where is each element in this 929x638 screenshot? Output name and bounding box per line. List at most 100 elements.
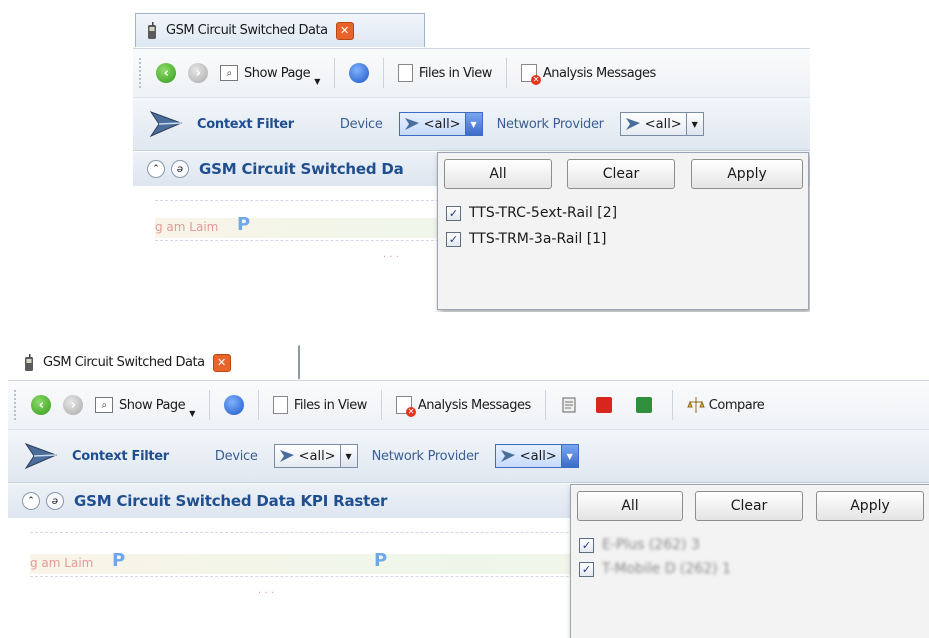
- toolbar-separator: [544, 390, 546, 420]
- back-arrow-icon: ‹: [31, 395, 51, 415]
- toolbar-separator: [505, 58, 507, 88]
- toolbar-separator: [671, 390, 673, 420]
- phone-icon: [148, 21, 156, 39]
- checkbox[interactable]: ✓: [579, 561, 594, 577]
- filter-icon: [404, 118, 419, 130]
- context-filter-bar: Context Filter Device <all> ▼ Network Pr…: [8, 430, 929, 483]
- device-combo[interactable]: <all> ▼: [398, 112, 483, 136]
- filter-icon: [625, 118, 640, 130]
- show-page-label: Show Page: [244, 65, 311, 81]
- checkbox[interactable]: ✓: [446, 231, 461, 247]
- phone-icon: [25, 353, 33, 371]
- list-item[interactable]: ✓ T-Mobile D (262) 1: [579, 561, 731, 577]
- toolbar-grip[interactable]: [139, 58, 144, 88]
- excel-icon: [635, 397, 652, 413]
- network-provider-value: <all>: [519, 448, 557, 464]
- globe-icon: [348, 63, 369, 83]
- raster-location-label: g am Laim: [30, 556, 94, 570]
- device-label: Device: [339, 116, 383, 132]
- analysis-messages-label: Analysis Messages: [417, 397, 531, 413]
- toolbar-separator: [333, 58, 335, 88]
- forward-button[interactable]: ›: [57, 390, 89, 420]
- toolbar-separator: [257, 390, 259, 420]
- chevron-down-icon[interactable]: ▼: [464, 113, 482, 135]
- globe-button[interactable]: [343, 58, 375, 88]
- chevron-down-icon[interactable]: ▼: [560, 445, 578, 467]
- panel-title: GSM Circuit Switched Data KPI Raster: [74, 492, 388, 510]
- panel-options-icon[interactable]: ə: [171, 160, 189, 178]
- analysis-messages-label: Analysis Messages: [542, 65, 656, 81]
- back-button[interactable]: ‹: [150, 58, 182, 88]
- show-page-button[interactable]: ⌕ Show Page ▼: [89, 390, 201, 420]
- list-item-label: T-Mobile D (262) 1: [602, 561, 731, 577]
- compare-button[interactable]: Compare: [681, 390, 770, 420]
- pdf-button[interactable]: [584, 390, 624, 420]
- notes-icon: [562, 397, 576, 413]
- raster-marker: P: [374, 550, 388, 571]
- network-provider-filter-popup: All Clear Apply ✓ E-Plus (262) 3 ✓ T-Mob…: [570, 484, 929, 638]
- context-filter-icon: [24, 443, 58, 470]
- files-in-view-label: Files in View: [418, 65, 493, 81]
- analysis-messages-icon: ✕: [520, 64, 541, 85]
- context-filter-icon: [149, 111, 183, 138]
- list-item[interactable]: ✓ TTS-TRC-5ext-Rail [2]: [446, 205, 617, 221]
- forward-button[interactable]: ›: [182, 58, 214, 88]
- raster-marker: P: [237, 214, 251, 235]
- raster-faint-label: · · ·: [258, 588, 274, 599]
- dropdown-arrow-icon: ▼: [314, 76, 320, 86]
- list-item[interactable]: ✓ E-Plus (262) 3: [579, 537, 700, 553]
- toolbar-grip[interactable]: [14, 390, 19, 420]
- back-button[interactable]: ‹: [25, 390, 57, 420]
- device-value: <all>: [423, 116, 461, 132]
- show-page-button[interactable]: ⌕ Show Page ▼: [214, 58, 326, 88]
- collapse-icon[interactable]: ⌃: [22, 492, 40, 510]
- context-filter-bar: Context Filter Device <all> ▼ Network Pr…: [133, 98, 810, 151]
- forward-arrow-icon: ›: [63, 395, 83, 415]
- list-item-label: TTS-TRM-3a-Rail [1]: [469, 231, 607, 247]
- bottom-screenshot: GSM Circuit Switched Data ✕ ‹ › ⌕ Show P…: [8, 344, 929, 638]
- show-page-label: Show Page: [119, 397, 186, 413]
- clear-button[interactable]: Clear: [567, 159, 675, 189]
- tab-bar: GSM Circuit Switched Data ✕: [8, 344, 929, 381]
- list-item-label: TTS-TRC-5ext-Rail [2]: [469, 205, 618, 221]
- files-icon: [393, 64, 413, 84]
- notes-button[interactable]: [554, 390, 584, 420]
- chevron-down-icon[interactable]: ▼: [685, 113, 703, 135]
- forward-arrow-icon: ›: [188, 63, 208, 83]
- globe-icon: [223, 395, 244, 415]
- collapse-icon[interactable]: ⌃: [147, 160, 165, 178]
- toolbar-separator: [380, 390, 382, 420]
- analysis-messages-button[interactable]: ✕ Analysis Messages: [515, 58, 662, 88]
- analysis-messages-button[interactable]: ✕ Analysis Messages: [390, 390, 537, 420]
- analysis-messages-icon: ✕: [395, 396, 416, 417]
- context-filter-label: Context Filter: [197, 116, 294, 132]
- chevron-down-icon[interactable]: ▼: [339, 445, 357, 467]
- excel-button[interactable]: [624, 390, 664, 420]
- network-provider-combo[interactable]: <all> ▼: [494, 444, 579, 468]
- all-button[interactable]: All: [444, 159, 552, 189]
- files-in-view-button[interactable]: Files in View: [267, 390, 373, 420]
- all-button[interactable]: All: [577, 491, 683, 521]
- globe-button[interactable]: [218, 390, 250, 420]
- list-item[interactable]: ✓ TTS-TRM-3a-Rail [1]: [446, 231, 607, 247]
- apply-button[interactable]: Apply: [691, 159, 803, 189]
- toolbar-separator: [208, 390, 210, 420]
- checkbox[interactable]: ✓: [579, 537, 594, 553]
- tab-gsm-circuit-switched-data[interactable]: GSM Circuit Switched Data ✕: [12, 345, 300, 379]
- panel-options-icon[interactable]: ə: [46, 492, 64, 510]
- tab-gsm-circuit-switched-data[interactable]: GSM Circuit Switched Data ✕: [135, 13, 425, 47]
- network-provider-combo[interactable]: <all> ▼: [619, 112, 704, 136]
- dropdown-arrow-icon: ▼: [189, 408, 195, 418]
- close-icon[interactable]: ✕: [335, 21, 354, 40]
- files-in-view-button[interactable]: Files in View: [392, 58, 498, 88]
- panel-title: GSM Circuit Switched Da: [199, 160, 404, 178]
- pdf-icon: [595, 397, 612, 413]
- device-value: <all>: [298, 448, 336, 464]
- device-combo[interactable]: <all> ▼: [273, 444, 358, 468]
- clear-button[interactable]: Clear: [695, 491, 803, 521]
- checkbox[interactable]: ✓: [446, 205, 461, 221]
- apply-button[interactable]: Apply: [816, 491, 924, 521]
- device-filter-popup: All Clear Apply ✓ TTS-TRC-5ext-Rail [2] …: [437, 152, 809, 310]
- close-icon[interactable]: ✕: [212, 353, 231, 372]
- raster-faint-label: · · ·: [383, 252, 399, 263]
